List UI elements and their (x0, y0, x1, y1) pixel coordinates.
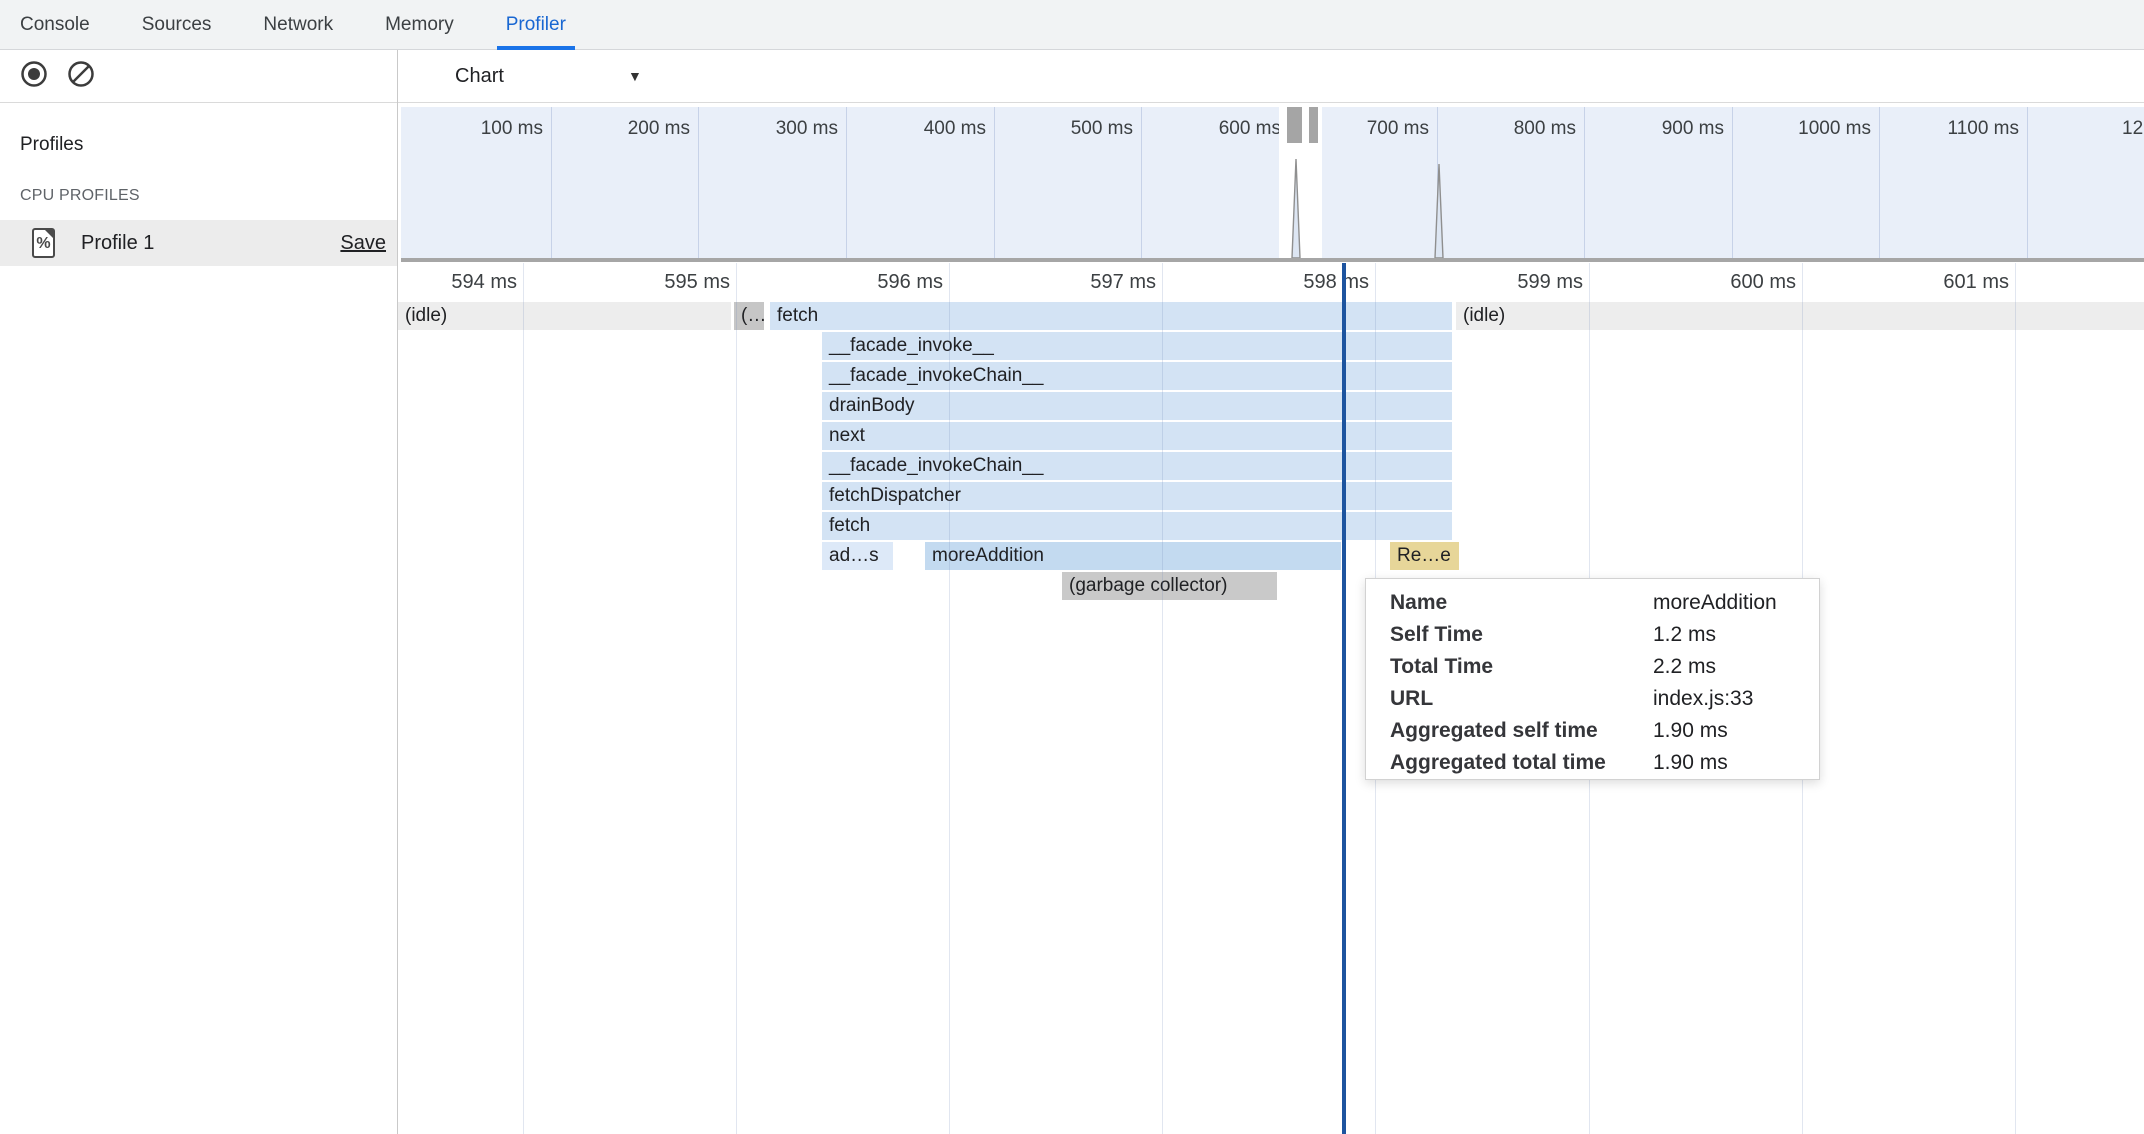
flame-chart-pane: Chart ▼ 100 ms200 ms300 ms400 ms500 ms60… (398, 50, 2144, 1134)
cpu-activity-spikes (401, 107, 2144, 258)
clear-profiles-button[interactable] (66, 61, 96, 91)
profiler-sidebar: Profiles CPU PROFILES % Profile 1 Save (0, 50, 398, 1134)
frame-details-tooltip: NamemoreAdditionSelf Time1.2 msTotal Tim… (1365, 578, 1820, 780)
ruler-tick-label: 596 ms (743, 271, 943, 294)
flame-gridline (736, 263, 737, 1134)
tooltip-field-value: 1.2 ms (1653, 623, 1716, 647)
tab-label: Profiler (506, 14, 566, 36)
record-button[interactable] (19, 61, 49, 91)
record-icon (20, 60, 48, 93)
ruler-tick-label: 598 ms (1169, 271, 1369, 294)
selection-handle-left[interactable] (1287, 107, 1302, 143)
tooltip-field-label: Aggregated self time (1390, 719, 1653, 743)
profiles-heading: Profiles (20, 134, 397, 156)
save-profile-link[interactable]: Save (340, 232, 386, 255)
tab-console[interactable]: Console (11, 0, 99, 49)
tab-label: Sources (142, 14, 212, 36)
ruler-tick-label: 595 ms (530, 271, 730, 294)
flame-bar-garbagecollector[interactable]: (garbage collector) (1062, 572, 1277, 600)
tab-label: Console (20, 14, 90, 36)
tab-profiler[interactable]: Profiler (497, 0, 575, 49)
tab-network[interactable]: Network (254, 0, 342, 49)
tooltip-field-value: index.js:33 (1653, 687, 1753, 711)
flame-bar-facadeinvokechain[interactable]: __facade_invokeChain__ (822, 452, 1452, 480)
devtools-profiler-panel: Console Sources Network Memory Profiler (0, 0, 2144, 1134)
tooltip-field-label: Aggregated total time (1390, 751, 1653, 775)
profiler-toolbar (0, 50, 397, 103)
ruler-tick-label: 597 ms (956, 271, 1156, 294)
flame-bar-frame[interactable]: (… (734, 302, 764, 330)
flame-bar-idle[interactable]: (idle) (1456, 302, 2144, 330)
flame-gridline (2015, 263, 2016, 1134)
playhead-line (1342, 263, 1346, 1134)
flame-bar-facadeinvoke[interactable]: __facade_invoke__ (822, 332, 1452, 360)
flame-chart-timeline[interactable]: 594 ms 595 ms 596 ms 597 ms 598 ms 599 ms 600 … (398, 263, 2144, 1134)
tooltip-field-value: 2.2 ms (1653, 655, 1716, 679)
cpu-profiles-section-heading: CPU PROFILES (20, 187, 397, 205)
tooltip-row: Aggregated total time1.90 ms (1390, 747, 1819, 779)
flame-bar-idle[interactable]: (idle) (398, 302, 731, 330)
tooltip-field-label: Name (1390, 591, 1653, 615)
view-mode-value: Chart (455, 65, 504, 88)
tab-sources[interactable]: Sources (133, 0, 221, 49)
tooltip-row: URLindex.js:33 (1390, 683, 1819, 715)
flame-bar-fetchdispatcher[interactable]: fetchDispatcher (822, 482, 1452, 510)
profile-name: Profile 1 (81, 232, 154, 255)
flame-bar-drainbody[interactable]: drainBody (822, 392, 1452, 420)
profile-document-icon: % (32, 228, 55, 258)
devtools-tab-bar: Console Sources Network Memory Profiler (0, 0, 2144, 50)
flame-bar-ads[interactable]: ad…s (822, 542, 893, 570)
flame-bar-facadeinvokechain[interactable]: __facade_invokeChain__ (822, 362, 1452, 390)
flame-bar-moreaddition[interactable]: moreAddition (925, 542, 1341, 570)
tooltip-field-label: Total Time (1390, 655, 1653, 679)
flame-bar-fetch[interactable]: fetch (822, 512, 1452, 540)
selection-handle-right[interactable] (1309, 107, 1318, 143)
clear-icon (67, 60, 95, 93)
view-mode-select[interactable]: Chart ▼ (455, 61, 655, 92)
flame-bar-ree[interactable]: Re…e (1390, 542, 1459, 570)
tooltip-row: Aggregated self time1.90 ms (1390, 715, 1819, 747)
ruler-tick-label: 601 ms (1809, 271, 2009, 294)
flame-gridline (949, 263, 950, 1134)
tooltip-field-value: 1.90 ms (1653, 719, 1728, 743)
tooltip-field-label: URL (1390, 687, 1653, 711)
ruler-tick-label: 599 ms (1383, 271, 1583, 294)
tab-label: Memory (385, 14, 454, 36)
tooltip-field-value: 1.90 ms (1653, 751, 1728, 775)
tooltip-row: NamemoreAddition (1390, 587, 1819, 619)
flame-gridline (523, 263, 524, 1134)
tooltip-row: Self Time1.2 ms (1390, 619, 1819, 651)
tooltip-field-label: Self Time (1390, 623, 1653, 647)
chevron-down-icon: ▼ (628, 68, 642, 84)
flame-gridline (1162, 263, 1163, 1134)
flame-bar-fetch[interactable]: fetch (770, 302, 1452, 330)
tab-memory[interactable]: Memory (376, 0, 463, 49)
sidebar-item-profile-1[interactable]: % Profile 1 Save (0, 220, 397, 266)
flame-bar-next[interactable]: next (822, 422, 1452, 450)
chart-view-toolbar: Chart ▼ (398, 50, 2144, 103)
ruler-tick-label: 594 ms (398, 271, 517, 294)
timeline-overview[interactable]: 100 ms200 ms300 ms400 ms500 ms600 ms700 … (401, 107, 2144, 262)
tab-label: Network (263, 14, 333, 36)
ruler-tick-label: 600 ms (1596, 271, 1796, 294)
tooltip-row: Total Time2.2 ms (1390, 651, 1819, 683)
tooltip-field-value: moreAddition (1653, 591, 1777, 615)
